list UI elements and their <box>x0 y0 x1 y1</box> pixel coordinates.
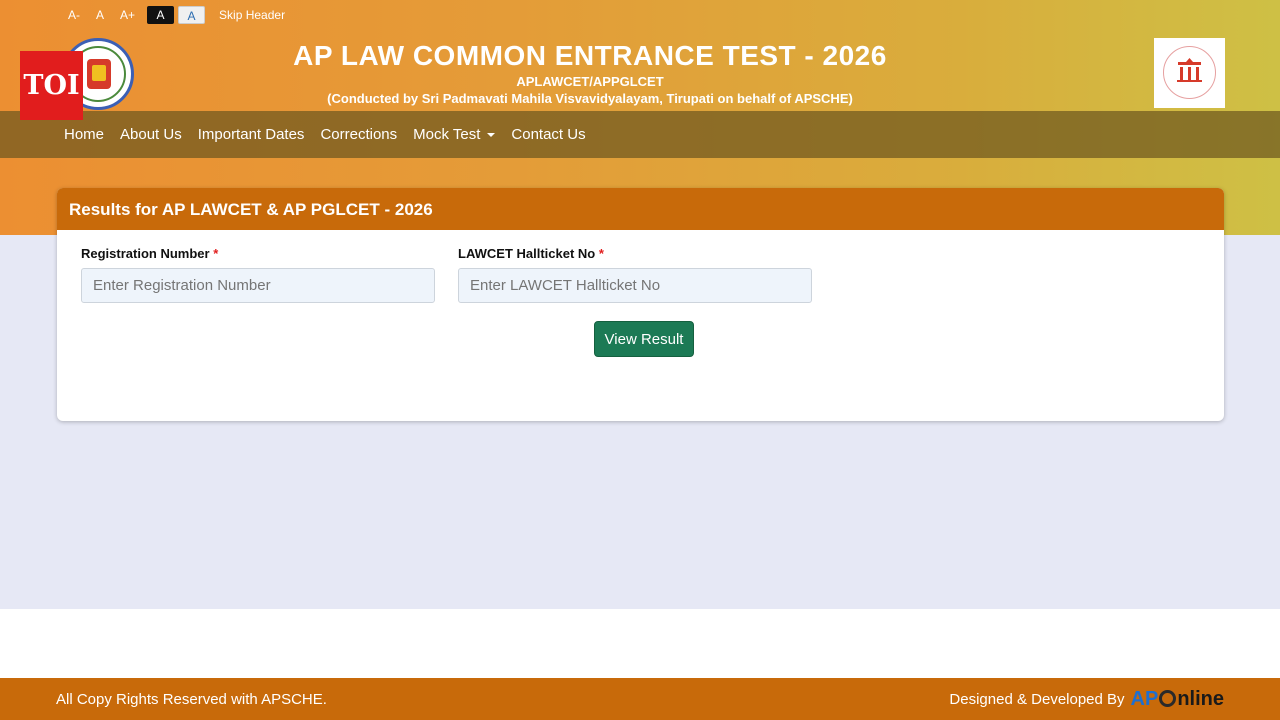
hallticket-number-input[interactable] <box>458 268 812 303</box>
registration-number-label: Registration Number * <box>81 246 219 261</box>
site-footer: All Copy Rights Reserved with APSCHE. De… <box>0 678 1280 720</box>
aponline-o-icon <box>1159 690 1177 707</box>
nav-about-us[interactable]: About Us <box>112 126 190 143</box>
required-mark: * <box>598 246 604 261</box>
dark-theme-button[interactable]: A <box>147 6 175 24</box>
skip-header-link[interactable]: Skip Header <box>211 6 293 24</box>
nav-mock-test-label: Mock Test <box>413 126 481 143</box>
results-card-title: Results for AP LAWCET & AP PGLCET - 2026 <box>57 188 1224 230</box>
apsche-logo-icon <box>1154 38 1225 108</box>
nav-mock-test[interactable]: Mock Test <box>405 126 503 143</box>
page-title: AP LAW COMMON ENTRANCE TEST - 2026 <box>293 40 887 71</box>
aponline-logo[interactable]: AP nline <box>1131 688 1224 711</box>
main-navbar: Home About Us Important Dates Correction… <box>0 111 1280 158</box>
copyright-text: All Copy Rights Reserved with APSCHE. <box>56 691 327 708</box>
required-mark: * <box>213 246 219 261</box>
light-theme-button[interactable]: A <box>178 6 206 24</box>
developer-credit: Designed & Developed By AP nline <box>949 688 1224 711</box>
accessibility-bar: A- A A+ A A Skip Header <box>60 6 293 24</box>
nav-home[interactable]: Home <box>56 126 112 143</box>
font-increase-button[interactable]: A+ <box>112 6 143 24</box>
header-title-block: AP LAW COMMON ENTRANCE TEST - 2026 APLAW… <box>290 40 890 108</box>
nav-important-dates[interactable]: Important Dates <box>190 126 313 143</box>
results-card: Results for AP LAWCET & AP PGLCET - 2026… <box>57 188 1224 421</box>
hallticket-number-label: LAWCET Hallticket No * <box>458 246 604 261</box>
registration-number-input[interactable] <box>81 268 435 303</box>
caret-down-icon <box>487 132 496 137</box>
nav-corrections[interactable]: Corrections <box>312 126 405 143</box>
font-decrease-button[interactable]: A- <box>60 6 88 24</box>
nav-contact-us[interactable]: Contact Us <box>503 126 593 143</box>
conducted-by-text: (Conducted by Sri Padmavati Mahila Visva… <box>327 91 853 106</box>
designed-by-text: Designed & Developed By <box>949 691 1125 708</box>
toi-watermark: TOI <box>20 51 83 120</box>
page-subtitle: APLAWCET/APPGLCET <box>516 74 664 89</box>
font-normal-button[interactable]: A <box>88 6 112 24</box>
view-result-button[interactable]: View Result <box>594 321 694 357</box>
